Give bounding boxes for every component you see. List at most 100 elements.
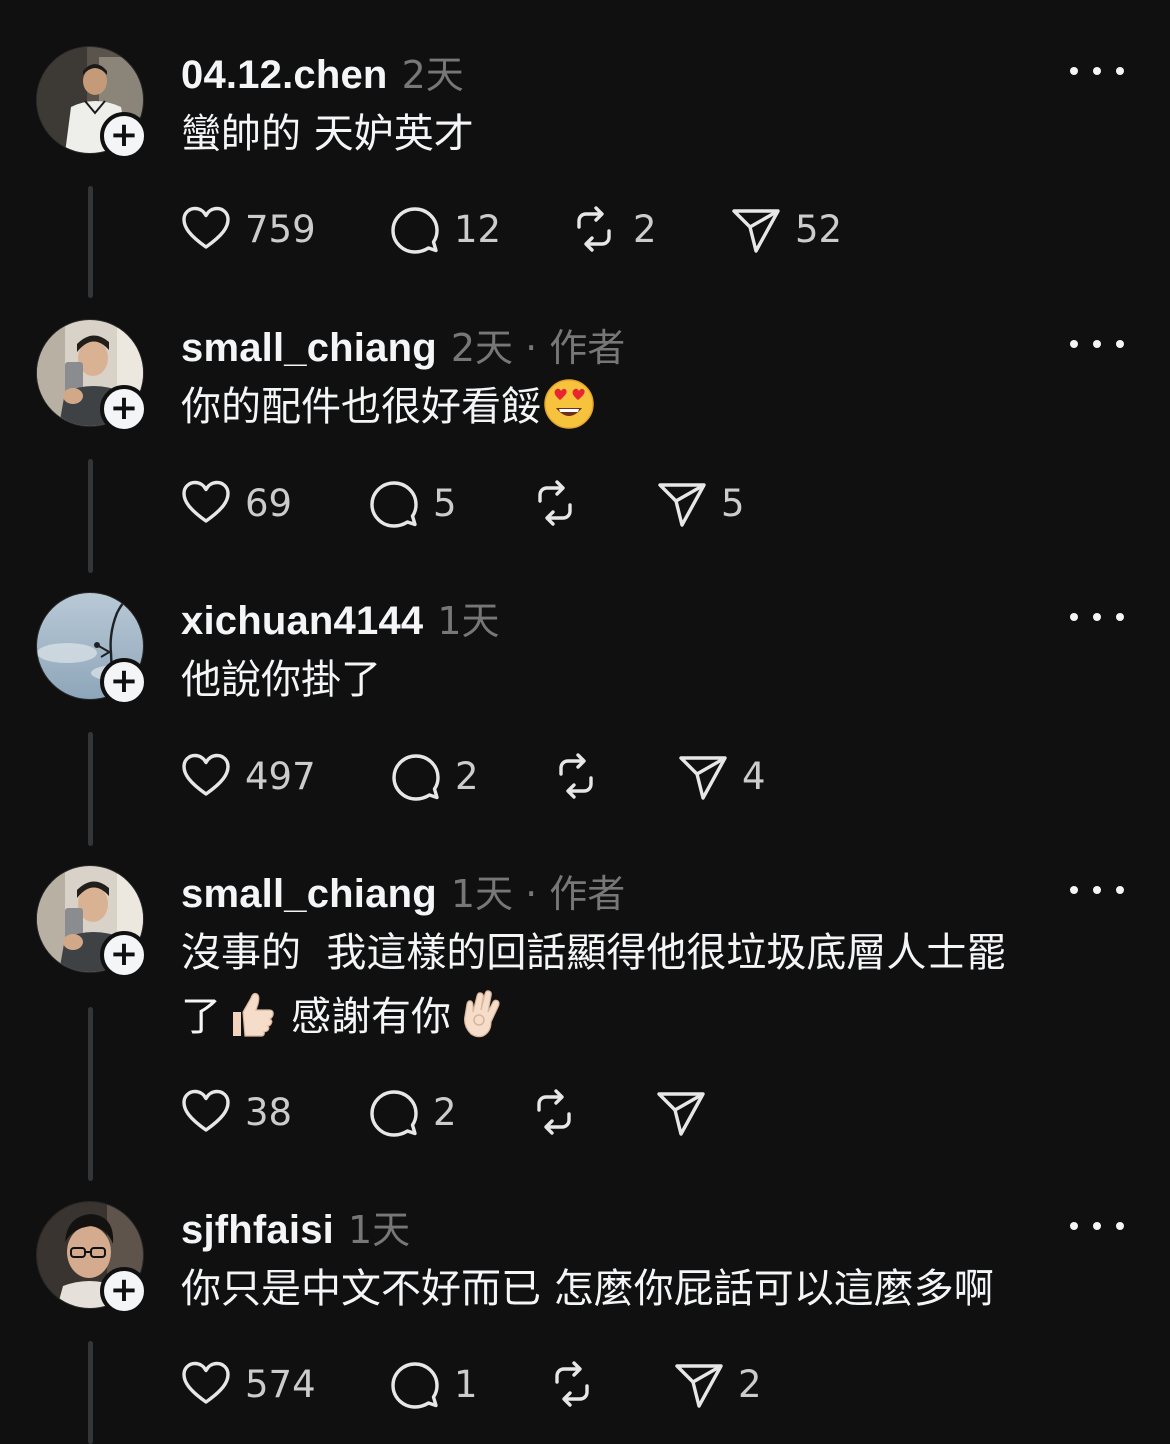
post-header: small_chiang 1天 · 作者 — [181, 863, 625, 917]
thread-line — [88, 1007, 93, 1181]
post-text: 你只是中文不好而已 怎麼你屁話可以這麼多啊 — [181, 1257, 1111, 1321]
reply-button[interactable]: 2 — [389, 748, 479, 804]
heart-icon — [182, 1089, 230, 1132]
comment-bubble-icon — [391, 207, 439, 254]
repost-button[interactable] — [545, 1356, 611, 1412]
avatar-wrap: + — [36, 1201, 148, 1315]
follow-plus-icon[interactable]: + — [100, 931, 148, 979]
like-button[interactable]: 69 — [179, 475, 292, 531]
send-icon — [675, 1364, 723, 1408]
post-text-word: 感謝有你 — [291, 994, 451, 1040]
repost-icon — [559, 753, 593, 799]
share-count: 4 — [742, 754, 766, 798]
like-count: 69 — [245, 481, 293, 525]
post-meta: 2天 · 作者 — [450, 326, 626, 370]
post-text: 他說你掛了 — [181, 648, 1111, 712]
repost-count: 2 — [633, 207, 657, 251]
repost-icon — [538, 480, 572, 526]
follow-plus-icon[interactable]: + — [100, 112, 148, 160]
follow-plus-icon[interactable]: + — [100, 1267, 148, 1315]
reply-count: 12 — [454, 207, 502, 251]
username[interactable]: small_chiang — [181, 326, 437, 371]
comment-bubble-icon — [370, 1090, 418, 1137]
reply-button[interactable]: 12 — [388, 201, 501, 257]
thread-line — [88, 1341, 93, 1444]
reply-button[interactable]: 5 — [367, 475, 457, 531]
thumbs-up-emoji — [233, 992, 274, 1037]
reply-count: 2 — [433, 1090, 457, 1134]
post-header: small_chiang 2天 · 作者 — [181, 317, 625, 371]
repost-button[interactable] — [527, 1084, 593, 1140]
share-button[interactable]: 5 — [655, 475, 745, 531]
comment-bubble-icon — [392, 754, 440, 801]
username[interactable]: small_chiang — [181, 872, 437, 917]
more-dots-icon[interactable] — [1070, 329, 1124, 359]
repost-button[interactable] — [549, 748, 615, 804]
comment-bubble-icon — [370, 481, 418, 528]
more-dots-icon[interactable] — [1070, 602, 1124, 632]
repost-icon — [537, 1089, 571, 1135]
share-count: 5 — [721, 481, 745, 525]
username[interactable]: 04.12.chen — [181, 53, 388, 98]
share-button[interactable] — [654, 1084, 720, 1140]
post-text: 你的配件也很好看餒 — [181, 375, 1111, 439]
like-count: 38 — [245, 1090, 293, 1134]
repost-button[interactable]: 2 — [567, 201, 657, 257]
heart-icon — [182, 1361, 230, 1404]
post-meta: 1天 — [437, 599, 500, 643]
post-text-line-2: 了 感謝有你 — [181, 985, 1111, 1049]
comment-bubble-icon — [391, 1362, 439, 1409]
send-icon — [732, 209, 780, 253]
like-count: 497 — [245, 754, 316, 798]
post-text-line: 你只是中文不好而已 怎麼你屁話可以這麼多啊 — [181, 1266, 994, 1312]
reply-button[interactable]: 1 — [388, 1356, 478, 1412]
like-button[interactable]: 574 — [179, 1356, 316, 1412]
share-button[interactable]: 52 — [729, 201, 842, 257]
heart-eyes-emoji — [544, 379, 594, 429]
reply-count: 1 — [454, 1362, 478, 1406]
heart-icon — [182, 480, 230, 523]
send-icon — [658, 483, 706, 527]
more-dots-icon[interactable] — [1070, 875, 1124, 905]
thread-line — [88, 459, 93, 573]
like-count: 574 — [245, 1362, 316, 1406]
reply-count: 2 — [455, 754, 479, 798]
post-meta: 1天 — [347, 1208, 411, 1252]
post-meta: 1天 · 作者 — [450, 872, 626, 916]
repost-icon — [555, 1361, 589, 1407]
username[interactable]: xichuan4144 — [181, 599, 423, 644]
post-text-line: 沒事的 我這樣的回話顯得他很垃圾底層人士罷 — [181, 930, 1007, 976]
post-text-line: 你的配件也很好看餒 — [181, 384, 541, 430]
like-button[interactable]: 497 — [179, 748, 316, 804]
avatar-wrap: + — [36, 865, 148, 979]
share-count: 2 — [738, 1362, 762, 1406]
follow-plus-icon[interactable]: + — [100, 385, 148, 433]
more-dots-icon[interactable] — [1070, 1211, 1124, 1241]
share-button[interactable]: 2 — [672, 1356, 762, 1412]
reply-button[interactable]: 2 — [367, 1084, 457, 1140]
post-header: sjfhfaisi 1天 — [181, 1199, 410, 1253]
share-button[interactable]: 4 — [676, 748, 766, 804]
follow-plus-icon[interactable]: + — [100, 658, 148, 706]
avatar-wrap: + — [36, 592, 148, 706]
more-dots-icon[interactable] — [1070, 56, 1124, 86]
post-text-line: 蠻帥的 天妒英才 — [181, 111, 474, 157]
post-text-word: 了 — [181, 994, 221, 1040]
post-text: 沒事的 我這樣的回話顯得他很垃圾底層人士罷 了 感謝有你 — [181, 921, 1111, 1049]
avatar-wrap: + — [36, 319, 148, 433]
thread-line — [88, 186, 93, 298]
ok-hand-emoji — [464, 990, 500, 1038]
post-header: xichuan4144 1天 — [181, 590, 500, 644]
repost-icon — [577, 206, 611, 252]
username[interactable]: sjfhfaisi — [181, 1208, 334, 1253]
like-button[interactable]: 759 — [179, 201, 316, 257]
send-icon — [657, 1092, 705, 1136]
reply-count: 5 — [433, 481, 457, 525]
heart-icon — [182, 753, 230, 796]
post-header: 04.12.chen 2天 — [181, 44, 464, 98]
post-text-line: 他說你掛了 — [181, 657, 381, 703]
like-count: 759 — [245, 207, 316, 251]
post-meta: 2天 — [401, 53, 464, 97]
repost-button[interactable] — [528, 475, 594, 531]
like-button[interactable]: 38 — [179, 1084, 292, 1140]
